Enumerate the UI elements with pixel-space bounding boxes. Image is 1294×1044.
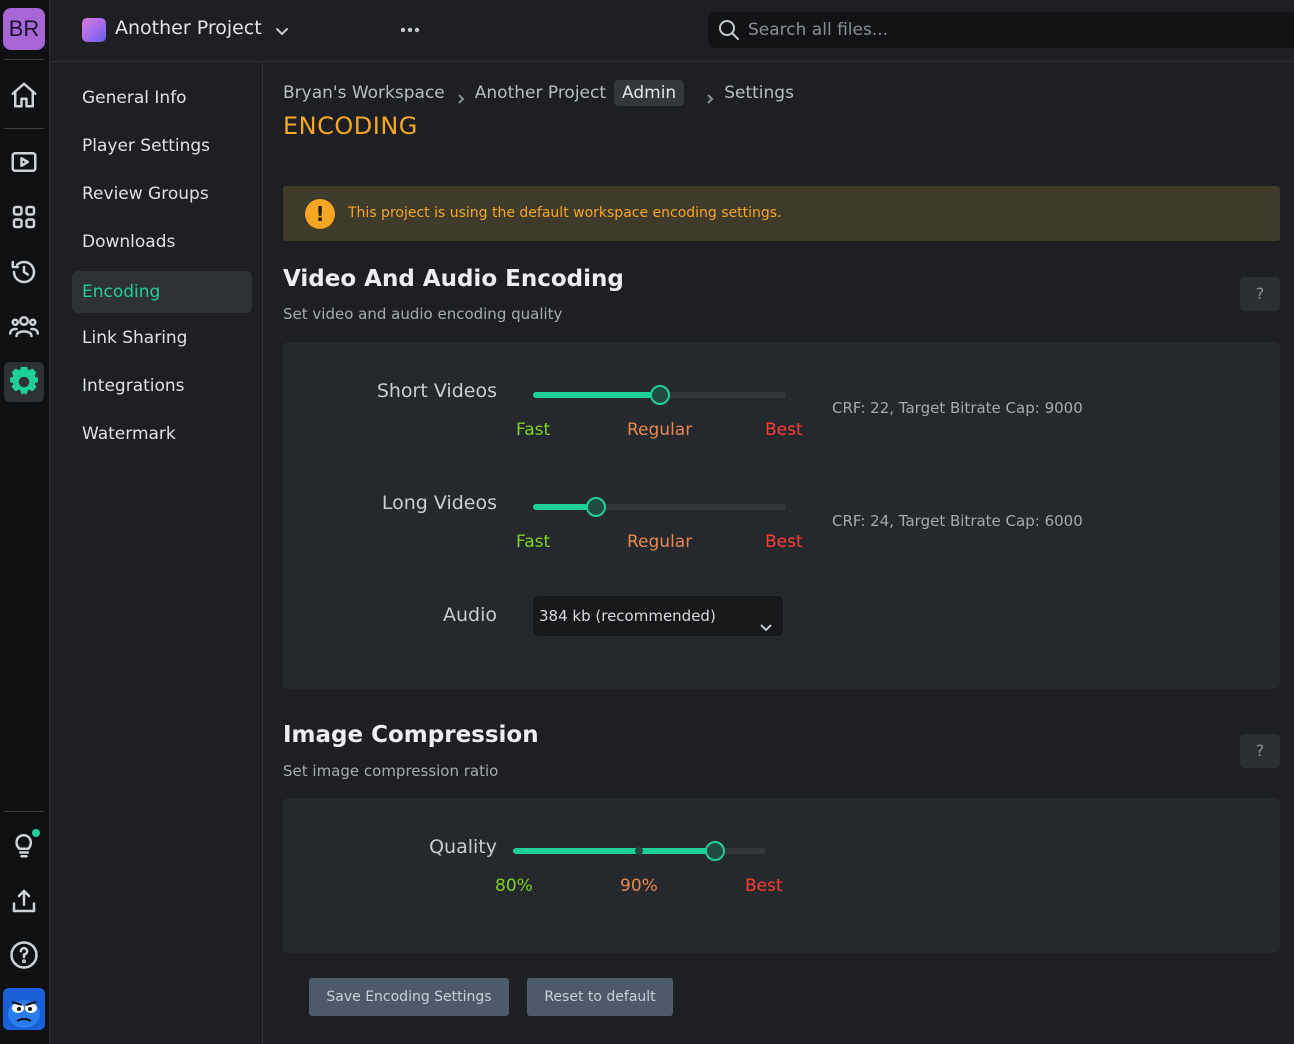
quality-slider-step bbox=[635, 847, 643, 855]
user-avatar[interactable] bbox=[3, 988, 45, 1030]
tick-fast: Fast bbox=[516, 532, 551, 552]
project-logo-icon bbox=[82, 18, 106, 42]
rail-help[interactable] bbox=[4, 935, 44, 975]
history-icon bbox=[11, 260, 36, 284]
tick-80: 80% bbox=[495, 876, 533, 896]
search-bar bbox=[708, 12, 1294, 48]
nav-link-sharing[interactable]: Link Sharing bbox=[72, 317, 252, 359]
rail-team[interactable] bbox=[4, 306, 44, 346]
project-name[interactable]: Another Project bbox=[115, 17, 262, 39]
default-settings-alert: ! This project is using the default work… bbox=[283, 186, 1280, 241]
short-videos-crf-info: CRF: 22, Target Bitrate Cap: 9000 bbox=[832, 399, 1083, 417]
ellipsis-icon bbox=[400, 27, 420, 33]
chevron-right-icon bbox=[455, 90, 467, 104]
workspace-initials: BR bbox=[8, 16, 40, 41]
upload-icon bbox=[12, 889, 36, 913]
chevron-right-icon bbox=[704, 90, 716, 104]
reset-default-button[interactable]: Reset to default bbox=[527, 978, 673, 1016]
short-videos-slider-thumb[interactable] bbox=[649, 385, 670, 405]
warning-icon: ! bbox=[305, 199, 335, 229]
video-audio-panel: Short Videos Fast Regular Best CRF: 22, … bbox=[283, 342, 1280, 689]
tick-best: Best bbox=[765, 532, 803, 552]
section-subtitle-video-audio: Set video and audio encoding quality bbox=[283, 305, 563, 323]
image-compression-panel: Quality 80% 90% Best bbox=[283, 798, 1280, 953]
audio-bitrate-select[interactable]: 384 kb (recommended) bbox=[533, 596, 783, 636]
save-encoding-button[interactable]: Save Encoding Settings bbox=[309, 978, 509, 1016]
slider-fill bbox=[533, 392, 660, 398]
play-icon bbox=[11, 152, 37, 172]
more-options-button[interactable] bbox=[399, 20, 421, 40]
main-content: Bryan's Workspace Another Project Admin … bbox=[263, 62, 1294, 1044]
quality-label: Quality bbox=[429, 836, 497, 858]
breadcrumb-admin-badge: Admin bbox=[614, 80, 685, 106]
top-bar: Another Project bbox=[51, 0, 1294, 62]
nav-player-settings[interactable]: Player Settings bbox=[72, 125, 252, 167]
nav-watermark[interactable]: Watermark bbox=[72, 413, 252, 455]
grid-icon bbox=[12, 205, 36, 229]
long-videos-slider[interactable] bbox=[533, 497, 786, 517]
tick-best: Best bbox=[745, 876, 783, 896]
rail-ideas[interactable] bbox=[4, 825, 44, 865]
gear-icon bbox=[10, 367, 39, 394]
tick-regular: Regular bbox=[627, 420, 693, 440]
section-subtitle-image-compression: Set image compression ratio bbox=[283, 762, 499, 780]
alert-text: This project is using the default worksp… bbox=[348, 205, 782, 221]
rail-divider bbox=[4, 128, 44, 129]
users-icon bbox=[9, 316, 39, 338]
audio-label: Audio bbox=[442, 604, 497, 626]
rail-divider bbox=[4, 59, 44, 60]
audio-bitrate-value: 384 kb (recommended) bbox=[539, 607, 716, 625]
workspace-avatar[interactable]: BR bbox=[3, 8, 45, 50]
nav-integrations[interactable]: Integrations bbox=[72, 365, 252, 407]
long-videos-label: Long Videos bbox=[381, 492, 497, 514]
long-videos-slider-thumb[interactable] bbox=[586, 497, 607, 517]
slider-fill bbox=[513, 848, 716, 854]
image-compression-help-button[interactable]: ? bbox=[1240, 734, 1280, 768]
breadcrumb-workspace[interactable]: Bryan's Workspace bbox=[283, 83, 445, 103]
tick-best: Best bbox=[765, 420, 803, 440]
search-input[interactable] bbox=[748, 12, 1288, 48]
tick-90: 90% bbox=[620, 876, 658, 896]
breadcrumb: Bryan's Workspace Another Project Admin … bbox=[283, 78, 794, 108]
chevron-down-icon bbox=[759, 609, 773, 632]
home-icon bbox=[11, 82, 37, 108]
search-icon bbox=[718, 19, 740, 41]
nav-review-groups[interactable]: Review Groups bbox=[72, 173, 252, 215]
chevron-down-icon bbox=[276, 28, 288, 35]
short-videos-slider[interactable] bbox=[533, 385, 786, 405]
rail-divider bbox=[4, 811, 44, 812]
short-videos-label: Short Videos bbox=[376, 380, 497, 402]
settings-nav: General Info Player Settings Review Grou… bbox=[51, 62, 263, 1044]
section-title-video-audio: Video And Audio Encoding bbox=[283, 266, 624, 292]
rail-history[interactable] bbox=[4, 252, 44, 292]
notification-badge bbox=[30, 827, 42, 839]
help-icon bbox=[10, 941, 38, 969]
rail-upload[interactable] bbox=[4, 881, 44, 921]
rail-settings[interactable] bbox=[4, 362, 44, 402]
rail-home[interactable] bbox=[4, 75, 44, 115]
nav-encoding[interactable]: Encoding bbox=[72, 271, 252, 313]
quality-slider[interactable] bbox=[513, 841, 766, 861]
rail-media[interactable] bbox=[4, 142, 44, 182]
section-title-image-compression: Image Compression bbox=[283, 722, 539, 748]
tick-fast: Fast bbox=[516, 420, 551, 440]
breadcrumb-current: Settings bbox=[724, 83, 794, 103]
page-title: ENCODING bbox=[283, 112, 418, 140]
icon-rail: BR bbox=[0, 0, 50, 1044]
nav-downloads[interactable]: Downloads bbox=[72, 221, 252, 263]
rail-dashboard[interactable] bbox=[4, 197, 44, 237]
project-switcher[interactable] bbox=[273, 22, 291, 40]
breadcrumb-project[interactable]: Another Project bbox=[475, 83, 606, 103]
video-audio-help-button[interactable]: ? bbox=[1240, 277, 1280, 311]
quality-slider-thumb[interactable] bbox=[705, 841, 726, 861]
nav-general-info[interactable]: General Info bbox=[72, 77, 252, 119]
tick-regular: Regular bbox=[627, 532, 693, 552]
user-avatar-icon bbox=[3, 988, 45, 1030]
long-videos-crf-info: CRF: 24, Target Bitrate Cap: 6000 bbox=[832, 512, 1083, 530]
